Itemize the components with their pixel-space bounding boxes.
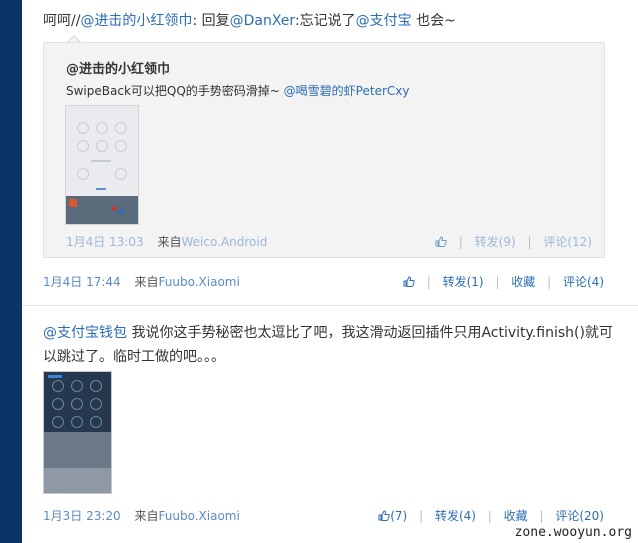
post2-source-link[interactable]: Fuubo.Xiaomi <box>159 509 240 523</box>
quote-author[interactable]: @进击的小红领巾 <box>66 58 170 77</box>
post1-favorite-link[interactable]: 收藏 <box>511 275 535 289</box>
thumb-line <box>91 160 111 162</box>
thumb-bottom-strip <box>66 196 138 224</box>
pattern-dot <box>96 122 108 134</box>
pattern-dot <box>96 140 108 152</box>
post1-source-label: 来自 <box>134 275 159 289</box>
pattern-dot <box>77 168 89 180</box>
pattern-dot <box>77 140 89 152</box>
pattern-dot <box>71 416 83 428</box>
separator: | <box>495 275 500 289</box>
post1-timestamp[interactable]: 1月4日 17:44 <box>43 275 121 289</box>
mention-link[interactable]: @喝雪碧的虾PeterCxy <box>284 84 410 98</box>
pattern-dot <box>115 122 127 134</box>
separator: | <box>487 509 492 523</box>
pattern-dot <box>71 380 83 392</box>
thumbs-up-icon[interactable] <box>435 236 447 247</box>
post1-actions: | 转发(1) | 收藏 | 评论(4) <box>403 273 604 290</box>
post1-source-link[interactable]: Fuubo.Xiaomi <box>159 275 240 289</box>
post2-timestamp[interactable]: 1月3日 23:20 <box>43 509 121 523</box>
post1-prefix: 呵呵// <box>43 13 81 29</box>
pattern-dot <box>90 398 102 410</box>
post-divider <box>22 305 638 306</box>
quote-source-label: 来自 <box>157 235 182 249</box>
quote-meta: 1月4日 13:03 来自Weico.Android <box>66 233 267 250</box>
post2-like-count[interactable]: (7) <box>390 509 407 523</box>
weibo-feed: 呵呵//@进击的小红领巾: 回复@DanXer:忘记说了@支付宝 也会~ @进击… <box>22 0 638 543</box>
post1-text: 呵呵//@进击的小红领巾: 回复@DanXer:忘记说了@支付宝 也会~ <box>43 11 456 31</box>
separator: | <box>458 235 463 249</box>
quote-repost-link[interactable]: 转发(9) <box>475 235 516 249</box>
post2-meta: 1月3日 23:20 来自Fuubo.Xiaomi <box>43 507 240 524</box>
thumbs-up-icon[interactable] <box>403 276 415 287</box>
mention-link[interactable]: @支付宝 <box>356 13 412 29</box>
separator: | <box>547 275 552 289</box>
quoted-post: @进击的小红领巾 SwipeBack可以把QQ的手势密码滑掉~ @喝雪碧的虾Pe… <box>43 42 605 258</box>
quote-comment-link[interactable]: 评论(12) <box>543 235 592 249</box>
pattern-dot <box>90 380 102 392</box>
separator: | <box>539 509 544 523</box>
mention-link[interactable]: @进击的小红领巾 <box>80 13 192 29</box>
post2-actions: (7) | 转发(4) | 收藏 | 评论(20) <box>378 507 604 524</box>
post2-text: @支付宝钱包 我说你这手势秘密也太逗比了吧，我这滑动返回插件只用Activity… <box>43 321 613 369</box>
pattern-dot <box>52 398 64 410</box>
separator: | <box>419 509 424 523</box>
post2-source-label: 来自 <box>134 509 159 523</box>
pattern-dot <box>115 168 127 180</box>
thumb-bar <box>48 375 62 378</box>
post1-mid2: :忘记说了 <box>294 13 356 29</box>
mention-link[interactable]: @支付宝钱包 <box>43 325 127 341</box>
thumb-low <box>44 468 111 493</box>
pattern-dot <box>52 416 64 428</box>
left-sidebar <box>0 0 22 543</box>
post1-comment-link[interactable]: 评论(4) <box>563 275 604 289</box>
quote-body: SwipeBack可以把QQ的手势密码滑掉~ <box>66 84 284 98</box>
quote-actions: | 转发(9) | 评论(12) <box>435 233 592 250</box>
thumbs-up-icon[interactable] <box>378 510 390 521</box>
post2-comment-link[interactable]: 评论(20) <box>555 509 604 523</box>
separator: | <box>426 275 431 289</box>
quote-text: SwipeBack可以把QQ的手势密码滑掉~ @喝雪碧的虾PeterCxy <box>66 82 409 99</box>
quote-source-link[interactable]: Weico.Android <box>182 235 268 249</box>
mention-link[interactable]: @DanXer <box>230 13 295 29</box>
pattern-dot <box>71 398 83 410</box>
post2-repost-link[interactable]: 转发(4) <box>435 509 476 523</box>
quote-image-thumbnail[interactable] <box>65 105 139 225</box>
separator: | <box>527 235 532 249</box>
pattern-dot <box>115 140 127 152</box>
quote-timestamp[interactable]: 1月4日 13:03 <box>66 235 144 249</box>
post1-meta: 1月4日 17:44 来自Fuubo.Xiaomi <box>43 273 240 290</box>
post2-image-thumbnail[interactable] <box>43 371 112 494</box>
post2-favorite-link[interactable]: 收藏 <box>504 509 528 523</box>
pattern-dot <box>52 380 64 392</box>
post1-repost-link[interactable]: 转发(1) <box>443 275 484 289</box>
watermark: zone.wooyun.org <box>510 524 636 541</box>
post2-body: 我说你这手势秘密也太逗比了吧，我这滑动返回插件只用Activity.finish… <box>43 325 613 365</box>
post1-suffix: 也会~ <box>411 13 456 29</box>
pattern-dot <box>90 416 102 428</box>
thumb-mid <box>44 432 111 468</box>
pattern-dot <box>77 122 89 134</box>
thumb-link <box>96 188 106 190</box>
post1-mid1: : 回复 <box>192 13 230 29</box>
